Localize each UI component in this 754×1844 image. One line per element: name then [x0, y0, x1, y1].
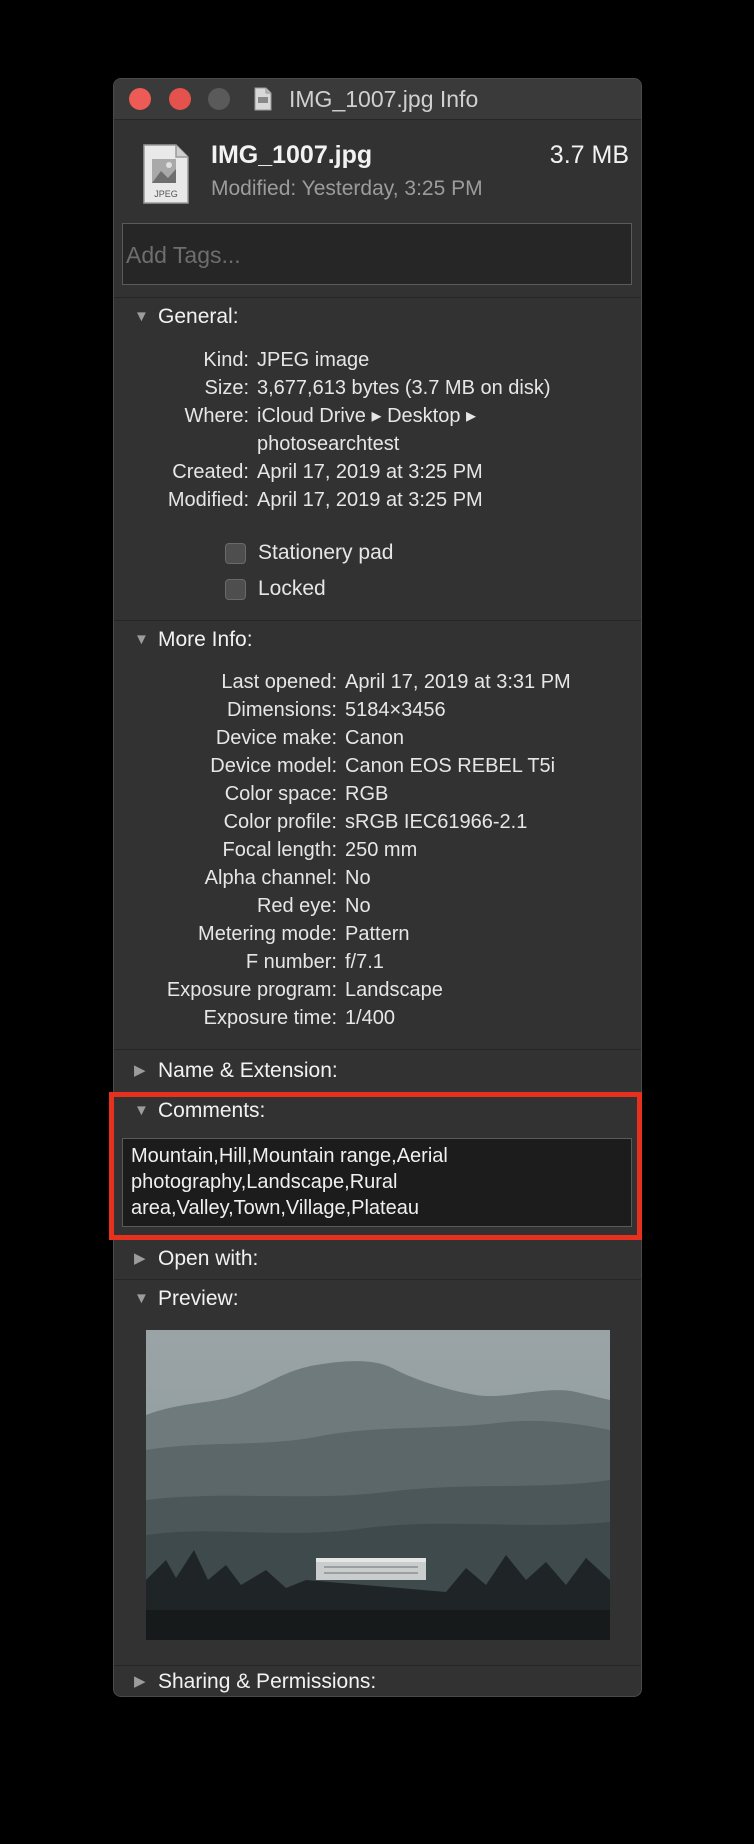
sharing-permissions-section-toggle[interactable]: ▶ Sharing & Permissions: [134, 1670, 376, 1694]
row-value: April 17, 2019 at 3:25 PM [257, 489, 483, 511]
row-label: Device model: [210, 755, 337, 777]
divider [114, 1239, 641, 1240]
disclosure-triangle-open-icon: ▼ [134, 1290, 149, 1307]
row-label: Device make: [215, 727, 337, 749]
disclosure-triangle-closed-icon: ▶ [134, 1673, 146, 1690]
window-title: IMG_1007.jpg Info [289, 86, 479, 112]
row-label: Metering mode: [198, 923, 337, 945]
divider [114, 1049, 641, 1050]
row-value: JPEG image [257, 349, 370, 371]
locked-label[interactable]: Locked [258, 577, 326, 601]
row-value: April 17, 2019 at 3:25 PM [257, 461, 483, 483]
preview-section-toggle[interactable]: ▼ Preview: [134, 1287, 239, 1311]
row-label: Created: [172, 461, 249, 483]
row-value: 5184×3456 [345, 699, 446, 721]
row-value: 3,677,613 bytes (3.7 MB on disk) [257, 377, 551, 399]
file-modified: Modified: Yesterday, 3:25 PM [211, 177, 483, 200]
info-window: IMG_1007.jpg Info JPEG IMG_1007.jpg 3.7 … [113, 78, 642, 1697]
row-label: Where: [184, 405, 249, 427]
row-value: 1/400 [345, 1007, 396, 1029]
row-value: No [345, 867, 371, 889]
divider [114, 1665, 641, 1666]
row-value: RGB [345, 783, 389, 805]
row-label: Red eye: [256, 895, 337, 917]
document-icon [254, 87, 272, 111]
divider [114, 620, 641, 621]
divider [114, 1092, 641, 1093]
row-value[interactable]: iCloud Drive ▸ Desktop ▸ [257, 402, 476, 430]
row-label: Size: [204, 377, 249, 399]
stationery-pad-label[interactable]: Stationery pad [258, 541, 393, 565]
divider [114, 1279, 641, 1280]
general-heading: General: [158, 305, 239, 328]
tags-input[interactable] [122, 223, 632, 285]
row-value: sRGB IEC61966-2.1 [345, 811, 528, 833]
row-label: Color space: [224, 783, 337, 805]
row-value: 250 mm [345, 839, 418, 861]
landscape-image [146, 1330, 610, 1640]
disclosure-triangle-open-icon: ▼ [134, 308, 149, 325]
row-label: Last opened: [221, 671, 337, 693]
disclosure-triangle-closed-icon: ▶ [134, 1250, 146, 1267]
jpeg-file-icon: JPEG [143, 144, 189, 204]
open-with-section-toggle[interactable]: ▶ Open with: [134, 1247, 258, 1271]
row-label: Kind: [203, 349, 249, 371]
more-info-heading: More Info: [158, 628, 253, 651]
row-value: April 17, 2019 at 3:31 PM [345, 671, 571, 693]
comments-section-toggle[interactable]: ▼ Comments: [134, 1099, 265, 1123]
name-extension-heading: Name & Extension: [158, 1059, 338, 1082]
row-label: Alpha channel: [204, 867, 337, 889]
more-info-section-toggle[interactable]: ▼ More Info: [134, 628, 253, 652]
name-extension-section-toggle[interactable]: ▶ Name & Extension: [134, 1059, 338, 1083]
close-button[interactable] [129, 88, 151, 110]
row-label: Exposure time: [203, 1007, 337, 1029]
row-value[interactable]: photosearchtest [257, 430, 399, 458]
stationery-pad-checkbox[interactable] [225, 543, 246, 564]
preview-heading: Preview: [158, 1287, 239, 1310]
row-value: Landscape [345, 979, 443, 1001]
row-label: Exposure program: [166, 979, 337, 1001]
disclosure-triangle-open-icon: ▼ [134, 1102, 149, 1119]
row-value: Pattern [345, 923, 410, 945]
comments-field[interactable]: Mountain,Hill,Mountain range,Aerial phot… [122, 1138, 632, 1227]
row-value: Canon EOS REBEL T5i [345, 755, 556, 777]
disclosure-triangle-closed-icon: ▶ [134, 1062, 146, 1079]
disclosure-triangle-open-icon: ▼ [134, 631, 149, 648]
svg-text:JPEG: JPEG [154, 189, 178, 199]
minimize-button[interactable] [169, 88, 191, 110]
file-size: 3.7 MB [549, 141, 629, 169]
row-label: Color profile: [223, 811, 337, 833]
row-label: Focal length: [222, 839, 337, 861]
divider [114, 297, 641, 298]
row-value: f/7.1 [345, 951, 384, 973]
title-bar[interactable]: IMG_1007.jpg Info [114, 79, 641, 120]
zoom-button[interactable] [208, 88, 230, 110]
file-name: IMG_1007.jpg [211, 141, 373, 169]
preview-image [146, 1330, 610, 1640]
sharing-heading: Sharing & Permissions: [158, 1670, 377, 1693]
general-section-toggle[interactable]: ▼ General: [134, 305, 239, 329]
row-value: No [345, 895, 371, 917]
comments-heading: Comments: [158, 1099, 266, 1122]
row-label: Dimensions: [226, 699, 337, 721]
row-value: Canon [345, 727, 404, 749]
open-with-heading: Open with: [158, 1247, 259, 1270]
row-label: F number: [245, 951, 337, 973]
row-label: Modified: [167, 489, 249, 511]
locked-checkbox[interactable] [225, 579, 246, 600]
